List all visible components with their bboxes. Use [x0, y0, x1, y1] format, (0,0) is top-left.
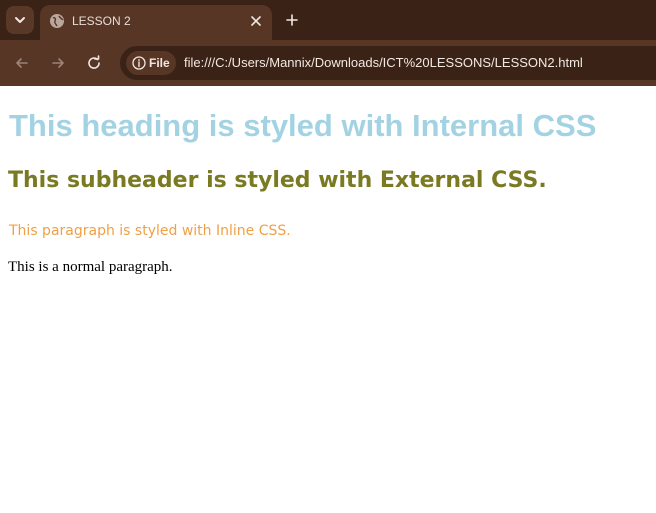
- chevron-down-icon: [15, 17, 25, 23]
- globe-icon: [50, 14, 64, 28]
- page-subheader: This subheader is styled with External C…: [8, 168, 547, 193]
- site-info-chip[interactable]: File: [126, 51, 176, 75]
- tab-lesson-2[interactable]: LESSON 2: [40, 5, 272, 40]
- tab-strip: LESSON 2: [0, 0, 656, 40]
- browser-toolbar: File file:///C:/Users/Mannix/Downloads/I…: [0, 40, 656, 86]
- tab-close-button[interactable]: [248, 13, 264, 29]
- reload-button[interactable]: [82, 51, 106, 75]
- inline-styled-paragraph: This paragraph is styled with Inline CSS…: [9, 223, 291, 239]
- normal-paragraph: This is a normal paragraph.: [8, 259, 173, 275]
- plus-icon: [286, 14, 298, 26]
- arrow-right-icon: [52, 58, 64, 68]
- tab-search-button[interactable]: [6, 6, 34, 34]
- new-tab-button[interactable]: [280, 8, 304, 32]
- reload-icon: [88, 55, 100, 69]
- arrow-left-icon: [16, 58, 28, 68]
- site-chip-label: File: [149, 56, 170, 70]
- page-heading: This heading is styled with Internal CSS: [9, 108, 597, 143]
- close-icon: [251, 16, 261, 26]
- address-bar[interactable]: File file:///C:/Users/Mannix/Downloads/I…: [120, 46, 656, 80]
- info-icon: [132, 56, 146, 70]
- forward-button[interactable]: [46, 51, 70, 75]
- page-content: This heading is styled with Internal CSS…: [0, 86, 656, 513]
- tab-title: LESSON 2: [72, 14, 131, 28]
- back-button[interactable]: [10, 51, 34, 75]
- url-text[interactable]: file:///C:/Users/Mannix/Downloads/ICT%20…: [184, 55, 583, 71]
